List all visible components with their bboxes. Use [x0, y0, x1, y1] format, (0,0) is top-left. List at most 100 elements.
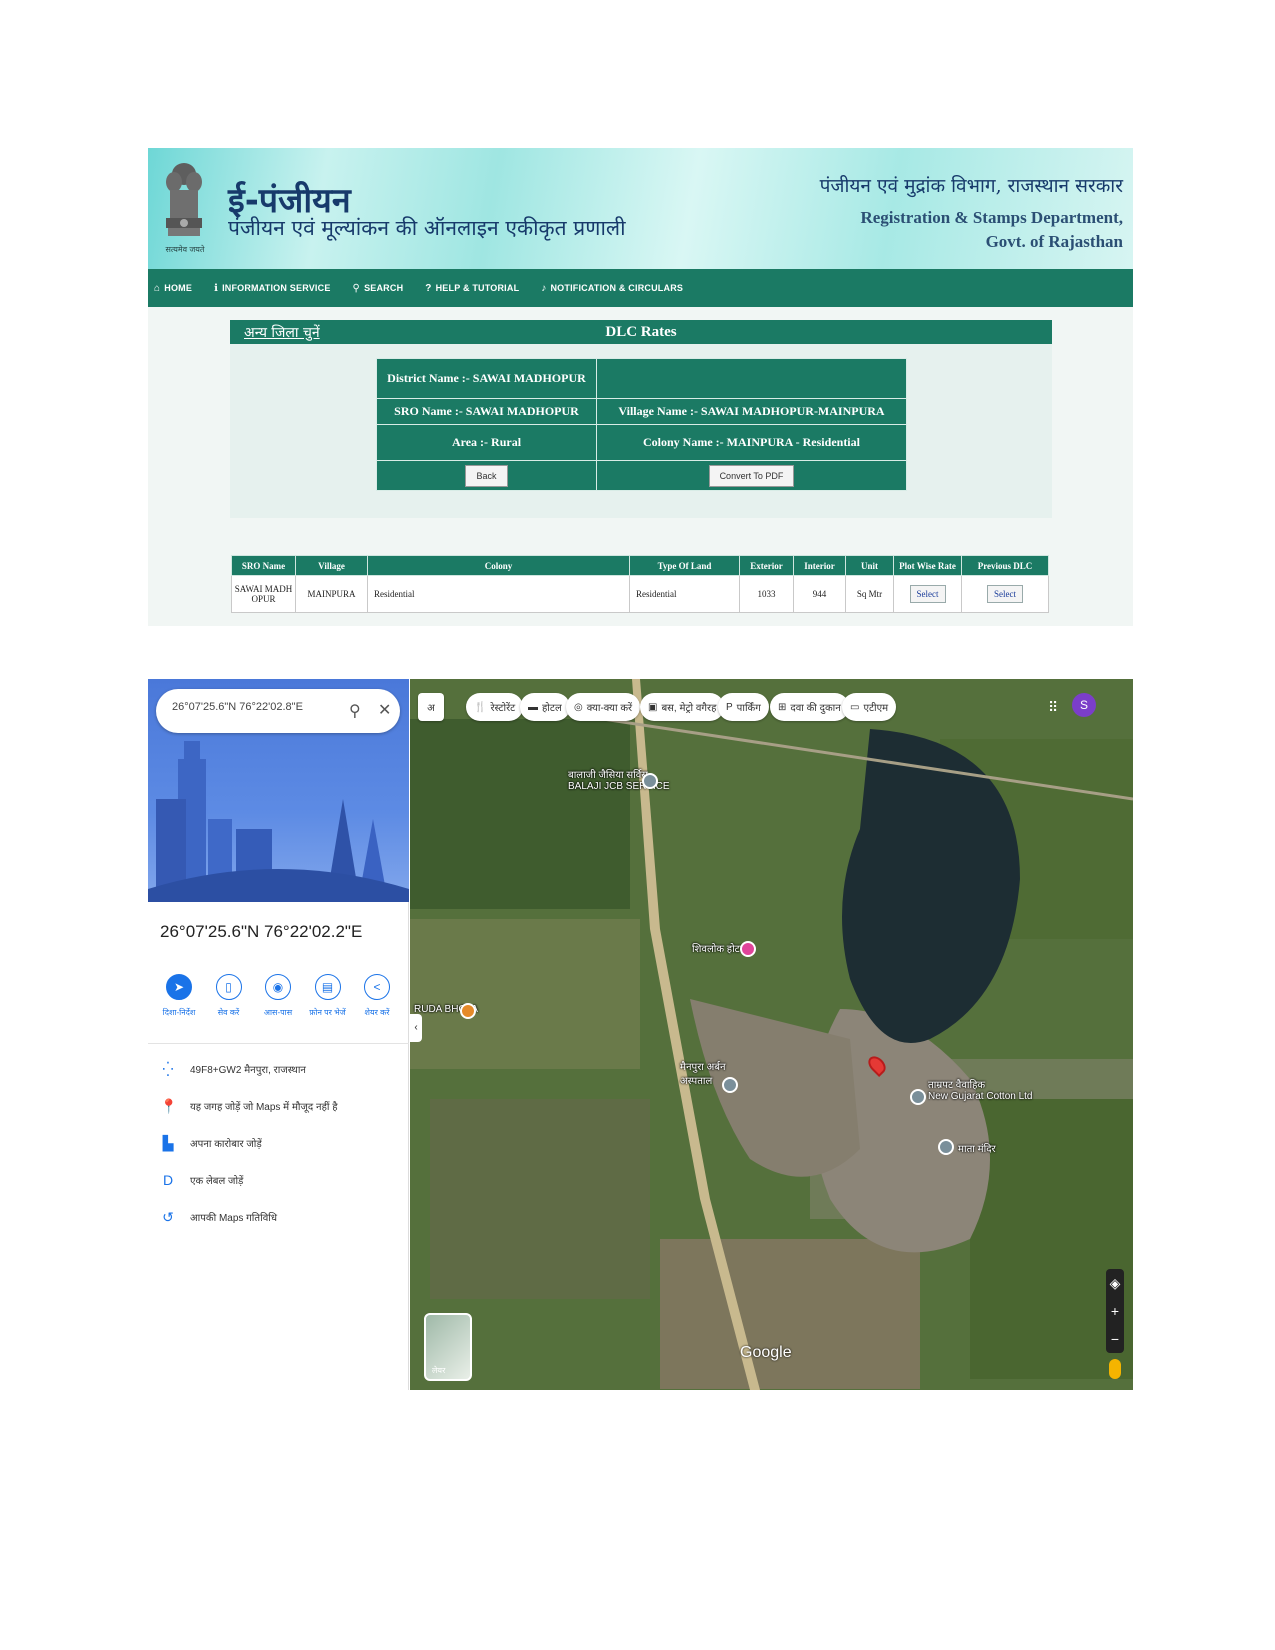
col-interior: Interior	[793, 555, 846, 576]
nav-home[interactable]: ⌂ HOME	[154, 283, 192, 294]
apps-grid-icon[interactable]: ⠿	[1048, 699, 1058, 716]
pdf-cell: Convert To PDF	[596, 460, 907, 491]
chip-parking-label: पार्किंग	[736, 703, 761, 714]
save-button[interactable]: ▯ सेव करें	[208, 974, 250, 1030]
dlc-rates-panel: DLC Rates अन्य जिला चुनें District Name …	[230, 320, 1052, 518]
cell-village: MAINPURA	[295, 575, 368, 613]
back-button[interactable]: Back	[465, 464, 508, 487]
share-icon: <	[364, 974, 390, 1000]
department-name-hindi: पंजीयन एवं मुद्रांक विभाग, राजस्थान सरका…	[819, 175, 1123, 197]
nav-notification-label: NOTIFICATION & CIRCULARS	[550, 283, 684, 293]
place-label-hospital-name: मैनपुरा अर्बन	[680, 1062, 726, 1073]
satellite-map[interactable]: अ 🍴 रेस्टोरेंट ▬ होटल ◎ क्या-क्या करें ▣ बस,…	[410, 679, 1133, 1390]
nav-notification-circulars[interactable]: ♪ NOTIFICATION & CIRCULARS	[541, 283, 683, 294]
village-name: Village Name :- SAWAI MADHOPUR-MAINPURA	[596, 398, 907, 425]
chip-things-to-do-label: क्या-क्या करें	[586, 703, 633, 714]
place-label-hotel[interactable]: शिवलोक होटल	[692, 941, 747, 955]
close-icon[interactable]: ✕	[378, 700, 391, 720]
chip-parking[interactable]: P पार्किंग	[718, 693, 769, 721]
main-navbar: ⌂ HOME ℹ INFORMATION SERVICE ⚲ SEARCH ? HELP…	[148, 269, 1133, 307]
col-sro-name: SRO Name	[231, 555, 296, 576]
directions-icon: ➤	[166, 974, 192, 1000]
panel-title: DLC Rates	[605, 324, 677, 340]
previous-dlc-select-button[interactable]: Select	[987, 585, 1023, 603]
dlc-info-table: District Name :- SAWAI MADHOPUR SRO Name…	[376, 358, 907, 491]
place-pin-icon[interactable]	[642, 773, 658, 789]
sro-name: SRO Name :- SAWAI MADHOPUR	[376, 398, 597, 425]
col-village: Village	[295, 555, 368, 576]
google-maps-screenshot: ⚲ ✕ 26°07'25.6"N 76°22'02.2"E ➤ दिशा-निर्…	[148, 679, 1133, 1390]
convert-to-pdf-button[interactable]: Convert To PDF	[708, 464, 795, 487]
add-business-row[interactable]: ▙ अपना कारोबार जोड़ें	[160, 1133, 262, 1153]
place-label-cotton[interactable]: ताम्रपट वैवाहिक New Gujarat Cotton Ltd	[928, 1077, 1033, 1102]
chip-things-to-do[interactable]: ◎ क्या-क्या करें	[566, 693, 641, 721]
add-missing-place-text: यह जगह जोड़ें जो Maps में मौजूद नहीं है	[190, 1102, 338, 1113]
maps-side-panel: ⚲ ✕ 26°07'25.6"N 76°22'02.2"E ➤ दिशा-निर्…	[148, 679, 409, 1390]
col-colony: Colony	[367, 555, 630, 576]
chip-transit-label: बस, मेट्रो वगैरह	[661, 703, 717, 714]
map-controls: ◈ + −	[1106, 1269, 1124, 1353]
atm-icon: ▭	[850, 701, 860, 713]
chip-restaurants[interactable]: 🍴 रेस्टोरेंट	[466, 693, 524, 721]
bookmark-icon: ▯	[215, 974, 242, 1000]
share-button[interactable]: < शेयर करें	[356, 974, 398, 1030]
cell-exterior: 1033	[739, 575, 794, 613]
maps-activity-row[interactable]: ↺ आपकी Maps गतिविधि	[160, 1207, 277, 1227]
food-pin-icon[interactable]	[460, 1003, 476, 1019]
app-subtitle: पंजीयन एवं मूल्यांकन की ऑनलाइन एकीकृत प्…	[228, 216, 626, 240]
directions-button[interactable]: ➤ दिशा-निर्देश	[158, 974, 200, 1030]
plus-code-row[interactable]: ⁛ 49F8+GW2 मैनपुरा, राजस्थान	[160, 1059, 306, 1079]
nearby-button[interactable]: ◉ आस-पास	[257, 974, 299, 1030]
share-label: शेयर करें	[364, 1008, 390, 1017]
nearby-icon: ◉	[265, 974, 291, 1000]
place-label-temple[interactable]: माता मंदिर	[958, 1141, 996, 1155]
cell-unit: Sq Mtr	[845, 575, 894, 613]
search-icon[interactable]: ⚲	[349, 701, 361, 721]
dlc-panel-header: DLC Rates अन्य जिला चुनें	[230, 320, 1052, 344]
zoom-in-button[interactable]: +	[1106, 1297, 1124, 1325]
send-to-phone-icon: ▤	[314, 974, 341, 1000]
add-missing-place-row[interactable]: 📍 यह जगह जोड़ें जो Maps में मौजूद नहीं है	[160, 1096, 338, 1116]
chip-pharmacy[interactable]: ⊞ दवा की दुकान	[770, 693, 849, 721]
other-district-link[interactable]: अन्य जिला चुनें	[244, 323, 320, 342]
hospital-pin-icon[interactable]	[722, 1077, 738, 1093]
maps-activity-text: आपकी Maps गतिविधि	[190, 1213, 277, 1224]
hotel-pin-icon[interactable]	[740, 941, 756, 957]
cell-type: Residential	[629, 575, 740, 613]
camera-icon: ◎	[574, 701, 583, 713]
compass-icon[interactable]: ◈	[1106, 1269, 1124, 1297]
pharmacy-icon: ⊞	[778, 701, 787, 713]
temple-pin-icon[interactable]	[938, 1139, 954, 1155]
chip-transit[interactable]: ▣ बस, मेट्रो वगैरह	[640, 693, 725, 721]
history-icon: ↺	[162, 1208, 174, 1225]
nav-help-tutorial[interactable]: ? HELP & TUTORIAL	[425, 283, 519, 294]
collapse-panel-button[interactable]: ‹	[410, 1014, 422, 1042]
plot-wise-rate-select-button[interactable]: Select	[909, 585, 946, 603]
account-avatar[interactable]: S	[1072, 693, 1096, 717]
place-label-hospital[interactable]: मैनपुरा अर्बन अस्पताल	[680, 1059, 726, 1087]
send-to-phone-button[interactable]: ▤ फ़ोन पर भेजें	[307, 974, 349, 1030]
search-input[interactable]	[172, 701, 337, 713]
street-view-pegman-icon[interactable]	[1109, 1359, 1121, 1379]
chip-atm[interactable]: ▭ एटीएम	[842, 693, 897, 721]
cell-plot-rate: Select	[893, 575, 962, 613]
info-icon: ℹ	[214, 282, 219, 294]
place-coordinates-title: 26°07'25.6"N 76°22'02.2"E	[160, 922, 363, 941]
col-exterior: Exterior	[739, 555, 794, 576]
search-box: ⚲ ✕	[156, 689, 400, 733]
place-label-balaji-name: बालाजी जैसिया सर्विस	[568, 770, 649, 781]
language-toggle[interactable]: अ	[418, 693, 444, 721]
layers-label: लेयर	[432, 1366, 446, 1375]
satellite-imagery	[410, 679, 1133, 1390]
chip-hotels[interactable]: ▬ होटल	[520, 693, 570, 721]
nav-information-service[interactable]: ℹ INFORMATION SERVICE	[214, 283, 330, 294]
empty-cell	[596, 358, 907, 399]
layers-toggle-button[interactable]: लेयर	[424, 1313, 472, 1381]
restaurant-icon: 🍴	[474, 701, 487, 713]
bell-icon: ♪	[541, 282, 547, 294]
nav-search[interactable]: ⚲ SEARCH	[353, 283, 404, 294]
add-label-row[interactable]: D एक लेबल जोड़ें	[160, 1170, 243, 1190]
business-pin-icon[interactable]	[910, 1089, 926, 1105]
zoom-out-button[interactable]: −	[1106, 1325, 1124, 1353]
divider	[148, 1043, 409, 1044]
